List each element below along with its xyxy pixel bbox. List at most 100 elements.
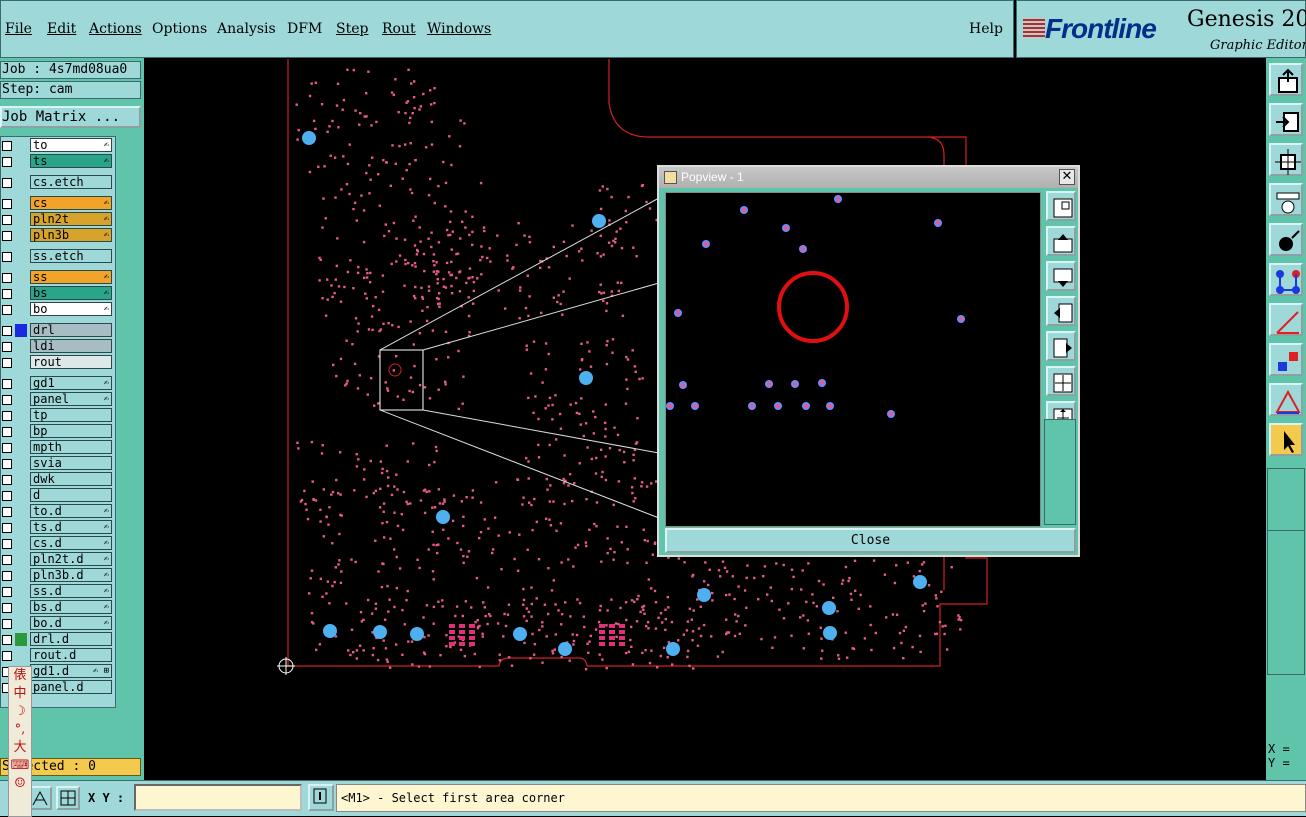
menu-options[interactable]: Options bbox=[152, 21, 207, 37]
zoom-fit-button[interactable] bbox=[1269, 143, 1303, 176]
tools-button[interactable] bbox=[1269, 183, 1303, 216]
layer-color-swatch[interactable] bbox=[15, 324, 27, 337]
layer-checkbox[interactable] bbox=[2, 555, 12, 565]
pan-down-button[interactable] bbox=[1046, 261, 1076, 291]
layer-row-gd1[interactable]: gd1 ✍ bbox=[1, 376, 115, 391]
close-button[interactable]: Close bbox=[665, 528, 1076, 553]
layer-name[interactable]: pln2t.d ✍ bbox=[30, 552, 112, 566]
layer-row-bp[interactable]: bp bbox=[1, 424, 115, 439]
layer-row-dwk[interactable]: dwk bbox=[1, 472, 115, 487]
layer-checkbox[interactable] bbox=[2, 157, 12, 167]
layer-row-to[interactable]: to ✍ bbox=[1, 138, 115, 153]
net-connect-button[interactable] bbox=[1269, 263, 1303, 296]
pan-right-button[interactable] bbox=[1046, 331, 1076, 361]
ime-char[interactable]: 俵 bbox=[9, 667, 31, 685]
xy-input[interactable] bbox=[134, 784, 302, 811]
layer-row-rout-d[interactable]: rout.d bbox=[1, 648, 115, 663]
layer-checkbox[interactable] bbox=[2, 199, 12, 209]
layer-checkbox[interactable] bbox=[2, 491, 12, 501]
layer-row-bo[interactable]: bo ✍ bbox=[1, 302, 115, 317]
layer-row-ldi[interactable]: ldi bbox=[1, 339, 115, 354]
info-icon[interactable] bbox=[308, 784, 334, 811]
layer-checkbox[interactable] bbox=[2, 507, 12, 517]
layer-row-drl[interactable]: drl bbox=[1, 323, 115, 338]
layer-row-cs-etch[interactable]: cs.etch bbox=[1, 175, 115, 190]
layer-name[interactable]: bs.d ✍ bbox=[30, 600, 112, 614]
layer-name[interactable]: bo ✍ bbox=[30, 302, 112, 316]
layer-checkbox[interactable] bbox=[2, 215, 12, 225]
layer-checkbox[interactable] bbox=[2, 411, 12, 421]
layer-checkbox[interactable] bbox=[2, 289, 12, 299]
layer-checkbox[interactable] bbox=[2, 475, 12, 485]
pointer-button[interactable] bbox=[1269, 423, 1303, 456]
layer-row-pln3b[interactable]: pln3b ✍ bbox=[1, 228, 115, 243]
warning-button[interactable] bbox=[1269, 383, 1303, 416]
layer-color-swatch[interactable] bbox=[15, 633, 27, 646]
layer-checkbox[interactable] bbox=[2, 379, 12, 389]
layer-checkbox[interactable] bbox=[2, 539, 12, 549]
layer-name[interactable]: gd1.d ✍ ⊞ bbox=[30, 664, 112, 678]
grid-icon[interactable] bbox=[56, 786, 80, 810]
menu-edit[interactable]: Edit bbox=[47, 21, 76, 37]
close-icon[interactable]: ✕ bbox=[1059, 169, 1075, 185]
layer-name[interactable]: ss ✍ bbox=[30, 270, 112, 284]
pad-add-button[interactable] bbox=[1269, 223, 1303, 256]
zoom-window-button[interactable] bbox=[1046, 191, 1076, 221]
layer-row-panel[interactable]: panel ✍ bbox=[1, 392, 115, 407]
layer-name[interactable]: ldi bbox=[30, 339, 112, 353]
layer-name[interactable]: ss.etch bbox=[30, 249, 112, 263]
layer-checkbox[interactable] bbox=[2, 523, 12, 533]
job-matrix-button[interactable]: Job Matrix ... bbox=[0, 106, 141, 128]
menu-windows[interactable]: Windows bbox=[427, 21, 491, 37]
layer-row-ss-etch[interactable]: ss.etch bbox=[1, 249, 115, 264]
layer-name[interactable]: svia bbox=[30, 456, 112, 470]
export-button[interactable] bbox=[1269, 63, 1303, 96]
layer-name[interactable]: cs.etch bbox=[30, 175, 112, 189]
layer-checkbox[interactable] bbox=[2, 587, 12, 597]
layer-name[interactable]: dwk bbox=[30, 472, 112, 486]
layer-name[interactable]: panel.d bbox=[30, 680, 112, 694]
layer-row-pln2t[interactable]: pln2t ✍ bbox=[1, 212, 115, 227]
layer-row-rout[interactable]: rout bbox=[1, 355, 115, 370]
ime-toolbar[interactable]: 俵 中 ☽ °, 大 ⌨ ☺ bbox=[8, 666, 32, 817]
menu-actions[interactable]: Actions bbox=[89, 21, 142, 37]
measure-button[interactable] bbox=[1269, 303, 1303, 336]
layer-row-svia[interactable]: svia bbox=[1, 456, 115, 471]
menu-help[interactable]: Help bbox=[969, 21, 1003, 37]
layer-name[interactable]: pln2t ✍ bbox=[30, 212, 112, 226]
layer-checkbox[interactable] bbox=[2, 619, 12, 629]
layer-checkbox[interactable] bbox=[2, 305, 12, 315]
pan-up-button[interactable] bbox=[1046, 226, 1076, 256]
layer-checkbox[interactable] bbox=[2, 635, 12, 645]
layer-row-bs[interactable]: bs ✍ bbox=[1, 286, 115, 301]
layer-name[interactable]: d bbox=[30, 488, 112, 502]
layer-row-mpth[interactable]: mpth bbox=[1, 440, 115, 455]
layer-row-ss[interactable]: ss ✍ bbox=[1, 270, 115, 285]
layer-name[interactable]: pln3b ✍ bbox=[30, 228, 112, 242]
menu-file[interactable]: File bbox=[5, 21, 32, 37]
layer-checkbox[interactable] bbox=[2, 252, 12, 262]
layer-name[interactable]: bs ✍ bbox=[30, 286, 112, 300]
menu-step[interactable]: Step bbox=[336, 21, 368, 37]
layer-name[interactable]: drl.d bbox=[30, 632, 112, 646]
layer-row-pln2t-d[interactable]: pln2t.d ✍ bbox=[1, 552, 115, 567]
pan-left-button[interactable] bbox=[1046, 296, 1076, 326]
layer-row-pln3b-d[interactable]: pln3b.d ✍ bbox=[1, 568, 115, 583]
ime-char[interactable]: °, bbox=[9, 721, 31, 739]
layer-checkbox[interactable] bbox=[2, 603, 12, 613]
layer-name[interactable]: ss.d ✍ bbox=[30, 584, 112, 598]
layer-name[interactable]: to ✍ bbox=[30, 138, 112, 152]
layer-name[interactable]: ts ✍ bbox=[30, 154, 112, 168]
layer-name[interactable]: rout.d bbox=[30, 648, 112, 662]
layer-checkbox[interactable] bbox=[2, 395, 12, 405]
layer-name[interactable]: mpth bbox=[30, 440, 112, 454]
layer-checkbox[interactable] bbox=[2, 326, 12, 336]
layer-name[interactable]: pln3b.d ✍ bbox=[30, 568, 112, 582]
menu-dfm[interactable]: DFM bbox=[287, 21, 322, 37]
layer-row-cs[interactable]: cs ✍ bbox=[1, 196, 115, 211]
ime-char[interactable]: 中 bbox=[9, 685, 31, 703]
layer-checkbox[interactable] bbox=[2, 342, 12, 352]
layer-row-ts[interactable]: ts ✍ bbox=[1, 154, 115, 169]
layer-compare-button[interactable] bbox=[1269, 343, 1303, 376]
layer-row-tp[interactable]: tp bbox=[1, 408, 115, 423]
